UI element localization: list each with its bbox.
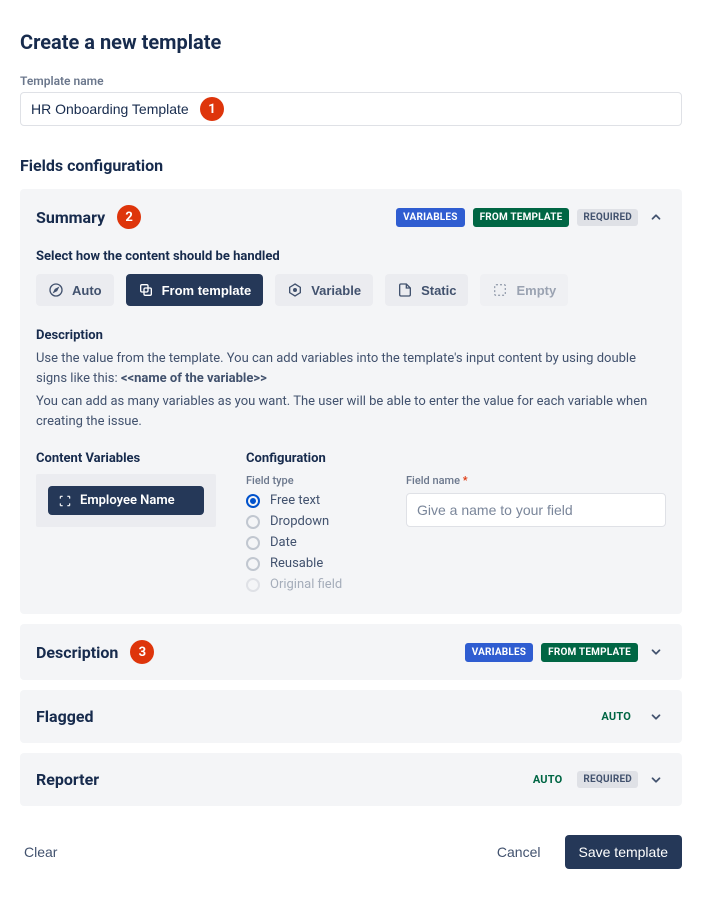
radio-icon <box>246 557 260 571</box>
description-line2: You can add as many variables as you wan… <box>36 392 666 431</box>
description-panel[interactable]: Description 3 VARIABLES FROM TEMPLATE <box>20 624 682 680</box>
config-title: Configuration <box>246 451 376 466</box>
expand-icon <box>58 494 72 508</box>
mode-from-template-button[interactable]: From template <box>126 274 264 306</box>
tag-variables: VARIABLES <box>465 643 533 662</box>
step-badge-2: 2 <box>117 205 141 229</box>
field-type-label: Field type <box>246 474 376 487</box>
mode-variable-label: Variable <box>311 283 361 298</box>
chevron-down-icon[interactable] <box>646 707 666 727</box>
radio-reusable-label: Reusable <box>270 556 323 571</box>
radio-icon <box>246 515 260 529</box>
radio-icon <box>246 536 260 550</box>
radio-original-field: Original field <box>246 577 376 592</box>
radio-reusable[interactable]: Reusable <box>246 556 376 571</box>
radio-date[interactable]: Date <box>246 535 376 550</box>
mode-static-label: Static <box>421 283 456 298</box>
content-vars-title: Content Variables <box>36 451 216 466</box>
description-line1: Use the value from the template. You can… <box>36 349 666 388</box>
summary-panel: Summary 2 VARIABLES FROM TEMPLATE REQUIR… <box>20 189 682 614</box>
copy-icon <box>138 282 154 298</box>
field-name-input[interactable] <box>406 493 666 527</box>
radio-icon <box>246 494 260 508</box>
radio-free-text-label: Free text <box>270 493 320 508</box>
clear-button[interactable]: Clear <box>20 838 61 866</box>
tag-auto: AUTO <box>526 769 570 790</box>
radio-date-label: Date <box>270 535 297 550</box>
template-name-label: Template name <box>20 74 682 88</box>
variable-chip-label: Employee Name <box>80 493 175 508</box>
hexagon-icon <box>287 282 303 298</box>
save-template-button[interactable]: Save template <box>565 835 683 869</box>
radio-icon <box>246 578 260 592</box>
tag-auto: AUTO <box>594 706 638 727</box>
file-icon <box>397 282 413 298</box>
mode-empty-button[interactable]: Empty <box>480 274 568 306</box>
cancel-button[interactable]: Cancel <box>493 838 545 866</box>
chevron-up-icon[interactable] <box>646 207 666 227</box>
flagged-panel-title: Flagged <box>36 707 94 726</box>
mode-empty-label: Empty <box>516 283 556 298</box>
handling-label: Select how the content should be handled <box>36 249 666 264</box>
flagged-panel[interactable]: Flagged AUTO <box>20 690 682 743</box>
mode-from-template-label: From template <box>162 283 252 298</box>
chevron-down-icon[interactable] <box>646 642 666 662</box>
step-badge-1: 1 <box>200 97 224 121</box>
chevron-down-icon[interactable] <box>646 770 666 790</box>
radio-original-label: Original field <box>270 577 342 592</box>
description-panel-title: Description <box>36 643 118 662</box>
field-name-label: Field name * <box>406 474 666 487</box>
mode-variable-button[interactable]: Variable <box>275 274 373 306</box>
reporter-panel[interactable]: Reporter AUTO REQUIRED <box>20 753 682 806</box>
reporter-panel-title: Reporter <box>36 770 99 789</box>
description-heading: Description <box>36 328 666 343</box>
tag-variables: VARIABLES <box>396 208 464 227</box>
radio-dropdown[interactable]: Dropdown <box>246 514 376 529</box>
tag-from-template: FROM TEMPLATE <box>473 208 570 227</box>
tag-required: REQUIRED <box>577 771 638 788</box>
dashed-square-icon <box>492 282 508 298</box>
page-title: Create a new template <box>20 30 682 54</box>
tag-from-template: FROM TEMPLATE <box>541 643 638 662</box>
template-name-input[interactable] <box>20 92 682 126</box>
compass-icon <box>48 282 64 298</box>
step-badge-3: 3 <box>130 640 154 664</box>
mode-static-button[interactable]: Static <box>385 274 468 306</box>
fields-config-title: Fields configuration <box>20 156 682 175</box>
mode-auto-button[interactable]: Auto <box>36 274 114 306</box>
radio-free-text[interactable]: Free text <box>246 493 376 508</box>
mode-auto-label: Auto <box>72 283 102 298</box>
summary-title: Summary <box>36 208 105 227</box>
variable-chip-employee-name[interactable]: Employee Name <box>48 486 204 515</box>
tag-required: REQUIRED <box>577 209 638 226</box>
radio-dropdown-label: Dropdown <box>270 514 329 529</box>
